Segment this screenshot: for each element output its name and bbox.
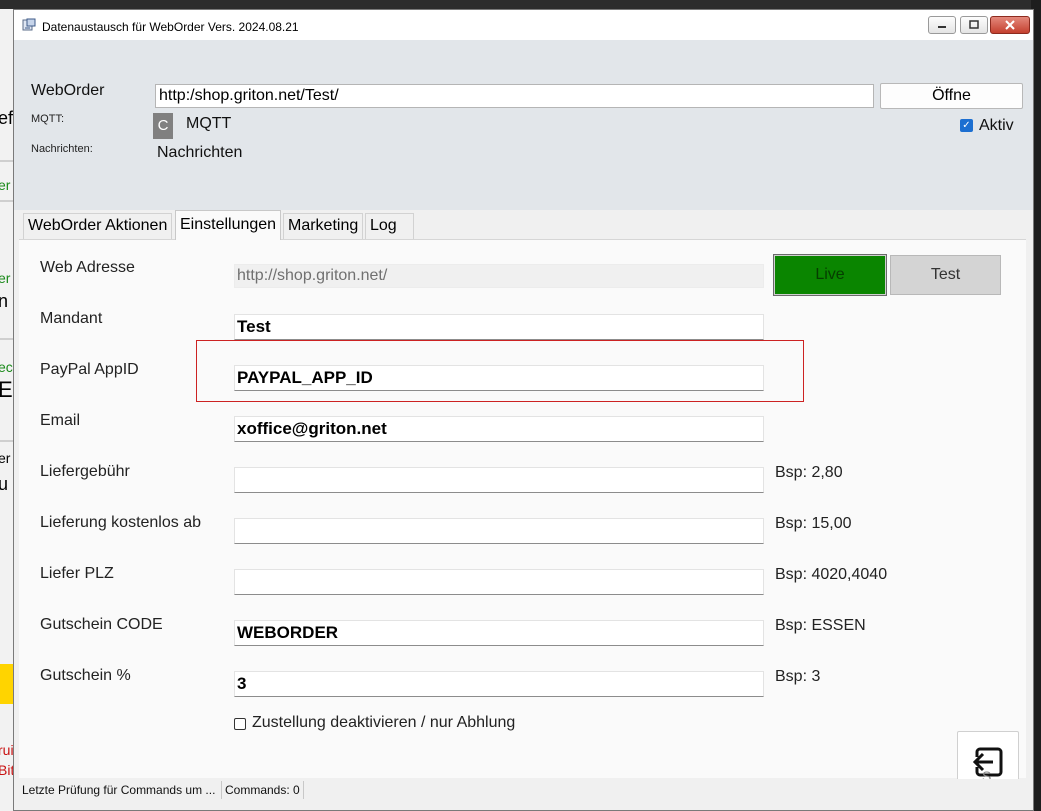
background-divider — [0, 160, 14, 162]
email-label: Email — [40, 412, 81, 429]
einstellungen-panel: Web Adresse Live Test Mandant PayPal App… — [19, 239, 1026, 778]
weborder-label: WebOrder — [31, 82, 105, 99]
aktiv-checkbox[interactable]: ✓ — [960, 119, 973, 132]
background-fragment: Bit — [0, 762, 14, 778]
gutschein-code-hint: Bsp: ESSEN — [775, 617, 866, 634]
desktop-background — [0, 0, 1041, 9]
weborder-url-input[interactable] — [155, 84, 874, 108]
liefer-plz-input[interactable] — [234, 569, 764, 595]
close-icon — [1005, 20, 1015, 30]
mandant-input[interactable] — [234, 314, 764, 340]
background-fragment: rui — [0, 742, 14, 758]
background-fragment: u — [0, 474, 9, 494]
background-app: efe er er n ec E er u rui Bit — [0, 0, 14, 811]
background-fragment: ec — [0, 359, 13, 375]
nachrichten-value: Nachrichten — [157, 144, 243, 161]
tab-einstellungen[interactable]: Einstellungen — [175, 210, 282, 240]
gutschein-prozent-label: Gutschein % — [40, 667, 131, 684]
liefer-plz-hint: Bsp: 4020,4040 — [775, 566, 888, 583]
background-divider — [0, 338, 14, 340]
minimize-button[interactable] — [928, 16, 956, 34]
status-last-check: Letzte Prüfung für Commands um ... — [19, 781, 222, 799]
header-panel: WebOrder Öffne MQTT: C MQTT Nachrichten:… — [14, 40, 1033, 210]
zustellung-deaktivieren-checkbox[interactable] — [234, 718, 246, 730]
background-fragment: n — [0, 291, 9, 311]
mqtt-label: MQTT: — [31, 113, 64, 125]
close-button[interactable] — [990, 16, 1030, 34]
email-input[interactable] — [234, 416, 764, 442]
open-button[interactable]: Öffne — [880, 83, 1023, 109]
status-bar: Letzte Prüfung für Commands um ... Comma… — [19, 779, 1029, 801]
mqtt-status-text: MQTT — [186, 115, 232, 132]
test-button[interactable]: Test — [890, 255, 1001, 295]
tab-marketing[interactable]: Marketing — [283, 213, 364, 239]
background-fragment: er — [0, 270, 11, 286]
tab-log[interactable]: Log — [365, 213, 414, 239]
mandant-label: Mandant — [40, 310, 103, 327]
lieferung-kostenlos-input[interactable] — [234, 518, 764, 544]
background-divider — [0, 440, 14, 442]
weborder-window: Datenaustausch für WebOrder Vers. 2024.0… — [13, 9, 1034, 811]
tab-weborder-aktionen[interactable]: WebOrder Aktionen — [23, 213, 173, 239]
background-fragment: efe — [0, 108, 14, 128]
liefergebuehr-label: Liefergebühr — [40, 463, 130, 480]
gutschein-code-input[interactable] — [234, 620, 764, 646]
window-title: Datenaustausch für WebOrder Vers. 2024.0… — [42, 20, 299, 34]
minimize-icon — [938, 26, 946, 28]
background-divider — [0, 200, 14, 202]
zustellung-deaktivieren-label[interactable]: Zustellung deaktivieren / nur Abhlung — [252, 714, 515, 732]
paypal-appid-input[interactable] — [234, 365, 764, 391]
live-button[interactable]: Live — [773, 254, 887, 296]
gutschein-code-label: Gutschein CODE — [40, 616, 163, 633]
web-address-input[interactable] — [234, 264, 764, 288]
lieferung-kostenlos-label: Lieferung kostenlos ab — [40, 514, 201, 531]
status-commands: Commands: 0 — [222, 781, 304, 799]
paypal-appid-label: PayPal AppID — [40, 361, 139, 378]
web-address-label: Web Adresse — [40, 259, 135, 276]
liefergebuehr-hint: Bsp: 2,80 — [775, 464, 843, 481]
gutschein-prozent-hint: Bsp: 3 — [775, 668, 821, 685]
background-fragment: E — [0, 377, 13, 402]
liefer-plz-label: Liefer PLZ — [40, 565, 114, 582]
maximize-button[interactable] — [960, 16, 988, 34]
mqtt-connection-badge: C — [153, 113, 173, 139]
aktiv-label[interactable]: Aktiv — [979, 117, 1014, 135]
lieferung-kostenlos-hint: Bsp: 15,00 — [775, 515, 852, 532]
checkmark-icon: ✓ — [962, 120, 971, 131]
title-bar[interactable]: Datenaustausch für WebOrder Vers. 2024.0… — [14, 10, 1033, 40]
background-fragment: er — [0, 450, 11, 466]
maximize-icon — [969, 20, 979, 29]
liefergebuehr-input[interactable] — [234, 467, 764, 493]
background-fragment: er — [0, 177, 11, 193]
nachrichten-label: Nachrichten: — [31, 143, 93, 155]
background-yellow-strip — [0, 664, 14, 704]
app-transfer-icon — [22, 18, 36, 31]
gutschein-prozent-input[interactable] — [234, 671, 764, 697]
